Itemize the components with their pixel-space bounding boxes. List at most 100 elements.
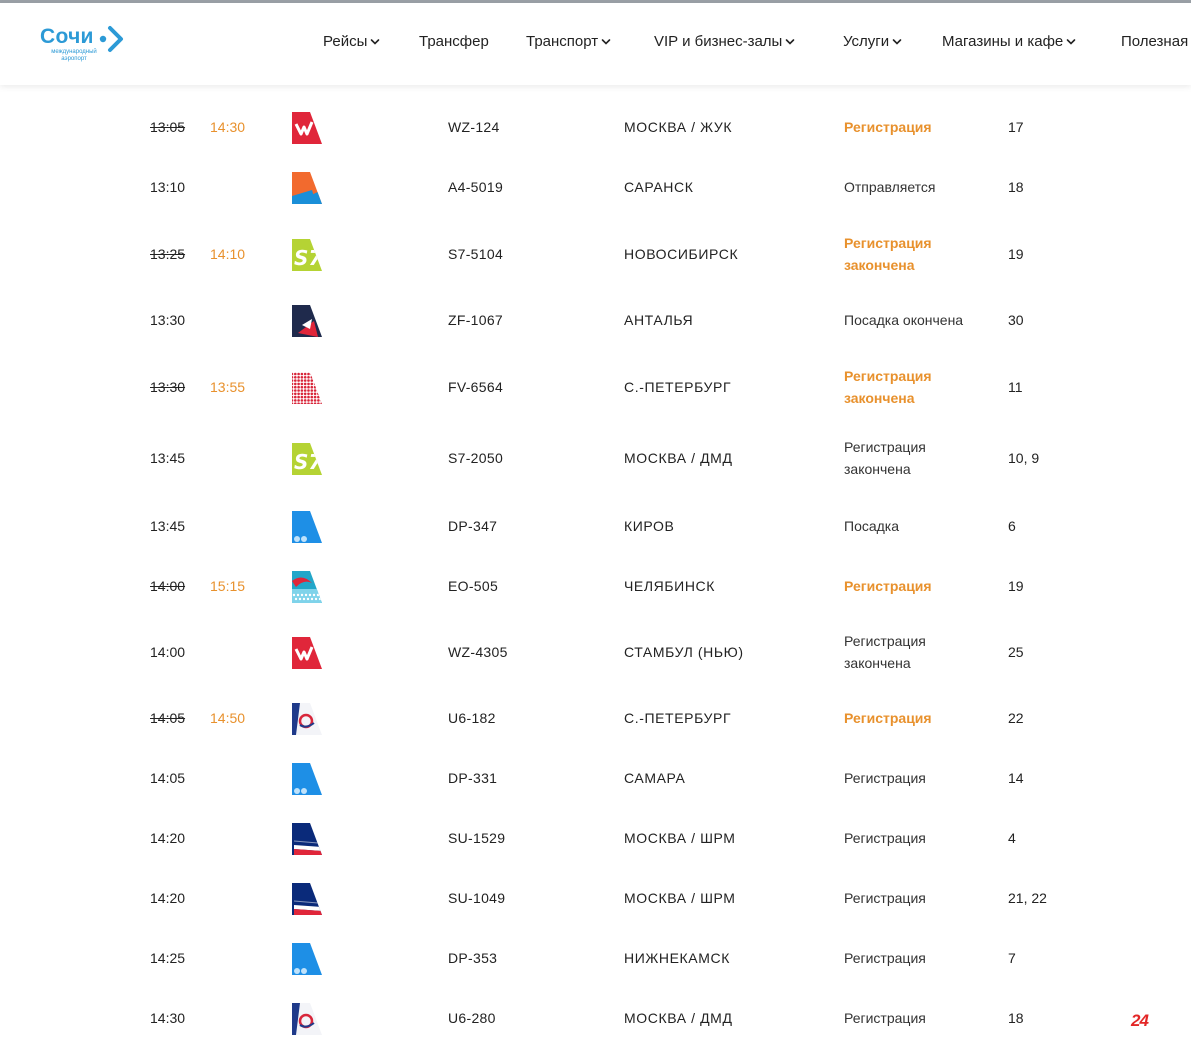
destination: С.-ПЕТЕРБУРГ xyxy=(624,710,732,726)
nordwind-tail-icon xyxy=(288,110,322,144)
destination: НОВОСИБИРСК xyxy=(624,245,739,262)
flight-status: Регистрация xyxy=(844,830,926,846)
gate-number: 25 xyxy=(1008,644,1024,660)
logo-title: Сочи xyxy=(40,25,94,48)
nav-item-7[interactable]: Полезная xyxy=(1121,33,1188,50)
flight-row[interactable]: 13:30 13:55 FV-6564 С.-ПЕТЕРБУРГ Регистрация… xyxy=(0,350,1191,423)
flight-number[interactable]: SU-1529 xyxy=(448,830,505,846)
scheduled-time: 13:30 xyxy=(150,312,186,328)
flight-status: Регистрация xyxy=(844,578,932,594)
gate-number: 11 xyxy=(1008,378,1023,395)
scheduled-time: 14:05 xyxy=(150,710,186,726)
scheduled-time: 13:45 xyxy=(150,518,186,534)
flight-number[interactable]: SU-1049 xyxy=(448,890,505,906)
s7-tail-icon: S7 xyxy=(288,237,322,271)
scheduled-time: 14:05 xyxy=(150,770,186,786)
flight-row[interactable]: 14:00 WZ-4305 СТАМБУЛ (НЬЮ) Регистрация зак… xyxy=(0,616,1191,688)
flight-number[interactable]: U6-182 xyxy=(448,710,496,726)
flight-number[interactable]: A4-5019 xyxy=(448,179,503,195)
scheduled-time: 13:45 xyxy=(150,450,186,466)
destination: САМАРА xyxy=(624,770,686,786)
chevron-down-icon xyxy=(371,38,380,45)
gate-number: 30 xyxy=(1008,312,1024,328)
flight-status: Регистрация закончена xyxy=(844,234,932,273)
flight-status: Регистрация xyxy=(844,1010,926,1026)
flight-number[interactable]: ZF-1067 xyxy=(448,312,503,328)
flight-number[interactable]: S7-5104 xyxy=(448,246,503,262)
scheduled-time: 14:30 xyxy=(150,1010,186,1026)
flight-row[interactable]: 13:45 S7 S7-2050 МОСКВА / ДМД Регистрация за… xyxy=(0,419,1191,497)
flight-number[interactable]: EO-505 xyxy=(448,578,498,594)
gate-number: 21, 22 xyxy=(1008,890,1047,906)
flight-number[interactable]: WZ-4305 xyxy=(448,644,508,660)
nav-item-3[interactable]: Транспорт xyxy=(526,33,611,50)
pegas-tail-icon xyxy=(288,569,322,603)
ural-airlines-tail-icon xyxy=(288,1001,322,1035)
destination: МОСКВА / ДМД xyxy=(624,450,733,466)
s7-tail-icon: S7 xyxy=(288,441,322,475)
flight-number[interactable]: FV-6564 xyxy=(448,379,503,395)
flight-number[interactable]: U6-280 xyxy=(448,1010,496,1026)
pobeda-tail-icon xyxy=(288,941,322,975)
gate-number: 22 xyxy=(1008,710,1024,726)
flight-row[interactable]: 13:45 DP-347 КИРОВ Посадка 6 xyxy=(0,496,1191,556)
aeroflot-tail-icon xyxy=(288,881,322,915)
nav-item-6[interactable]: Магазины и кафе xyxy=(942,33,1076,50)
nav-item-2[interactable]: Трансфер xyxy=(419,33,489,50)
revised-time: 14:30 xyxy=(210,119,246,135)
gate-number: 19 xyxy=(1008,578,1024,594)
chevron-down-icon xyxy=(786,38,795,45)
destination: ЧЕЛЯБИНСК xyxy=(624,578,715,594)
flight-row[interactable]: 13:05 14:30 WZ-124 МОСКВА / ЖУК Регистрация 1… xyxy=(0,97,1191,157)
nav-item-label: Магазины и кафе xyxy=(942,33,1064,50)
airport-logo[interactable]: Сочи международный аэропорт xyxy=(40,23,130,67)
flight-row[interactable]: 14:05 14:50 U6-182 С.-ПЕТЕРБУРГ Регистрация 2… xyxy=(0,688,1191,748)
destination: САРАНСК xyxy=(624,179,694,195)
gate-number: 6 xyxy=(1008,518,1016,534)
destination: МОСКВА / ДМД xyxy=(624,1010,733,1026)
scheduled-time: 13:30 xyxy=(150,378,186,395)
destination: КИРОВ xyxy=(624,518,675,534)
corner-badge: 24 xyxy=(1131,1011,1149,1030)
svg-text:S7: S7 xyxy=(294,246,322,270)
flight-row[interactable]: 14:20 SU-1529 МОСКВА / ШРМ Регистрация 4 xyxy=(0,808,1191,868)
site-header: Сочи международный аэропорт Рейсы Трансфе… xyxy=(0,3,1191,85)
scheduled-time: 14:20 xyxy=(150,890,186,906)
revised-time: 15:15 xyxy=(210,578,246,594)
ural-airlines-tail-icon xyxy=(288,701,322,735)
flight-status: Посадка xyxy=(844,518,900,534)
nav-item-label: Услуги xyxy=(843,33,890,50)
flight-row[interactable]: 14:20 SU-1049 МОСКВА / ШРМ Регистрация 21, 2… xyxy=(0,868,1191,928)
gate-number: 4 xyxy=(1008,830,1016,846)
scheduled-time: 14:25 xyxy=(150,950,186,966)
flight-status: Отправляется xyxy=(844,179,936,195)
nav-item-5[interactable]: Услуги xyxy=(843,33,902,50)
nav-item-4[interactable]: VIP и бизнес-залы xyxy=(654,33,795,50)
chevron-down-icon xyxy=(892,38,902,45)
revised-time: 13:55 xyxy=(210,378,246,395)
nav-item-label: Рейсы xyxy=(323,33,368,50)
flight-status: Регистрация закончена xyxy=(844,633,926,671)
scheduled-time: 14:00 xyxy=(150,644,186,660)
flight-number[interactable]: DP-331 xyxy=(448,770,497,786)
flight-number[interactable]: DP-353 xyxy=(448,950,497,966)
flight-row[interactable]: 14:00 15:15 EO-505 ЧЕЛЯБИНСК Регистрация 19 xyxy=(0,556,1191,616)
flight-row[interactable]: 14:30 U6-280 МОСКВА / ДМД Регистрация 18 xyxy=(0,988,1191,1048)
nav-item-label: Трансфер xyxy=(419,33,489,50)
svg-text:S7: S7 xyxy=(294,450,322,474)
flight-number[interactable]: DP-347 xyxy=(448,518,497,534)
flight-row[interactable]: 13:10 A4-5019 САРАНСК Отправляется 18 xyxy=(0,157,1191,217)
destination: НИЖНЕКАМСК xyxy=(624,950,730,966)
destination: МОСКВА / ШРМ xyxy=(624,830,736,846)
flight-number[interactable]: S7-2050 xyxy=(448,450,503,466)
flight-number[interactable]: WZ-124 xyxy=(448,119,500,135)
nav-item-1[interactable]: Рейсы xyxy=(323,33,380,50)
destination: С.-ПЕТЕРБУРГ xyxy=(624,378,732,395)
flight-row[interactable]: 14:25 DP-353 НИЖНЕКАМСК Регистрация 7 xyxy=(0,928,1191,988)
flight-row[interactable]: 14:05 DP-331 САМАРА Регистрация 14 xyxy=(0,748,1191,808)
flight-row[interactable]: 13:30 ZF-1067 АНТАЛЬЯ Посадка окончена 30 xyxy=(0,290,1191,350)
flight-row[interactable]: 13:25 14:10 S7 S7-5104 НОВОСИБИРСК Регистраци… xyxy=(0,217,1191,290)
scheduled-time: 14:00 xyxy=(150,578,186,594)
destination: МОСКВА / ЖУК xyxy=(624,119,733,135)
chevron-down-icon xyxy=(1066,38,1076,45)
